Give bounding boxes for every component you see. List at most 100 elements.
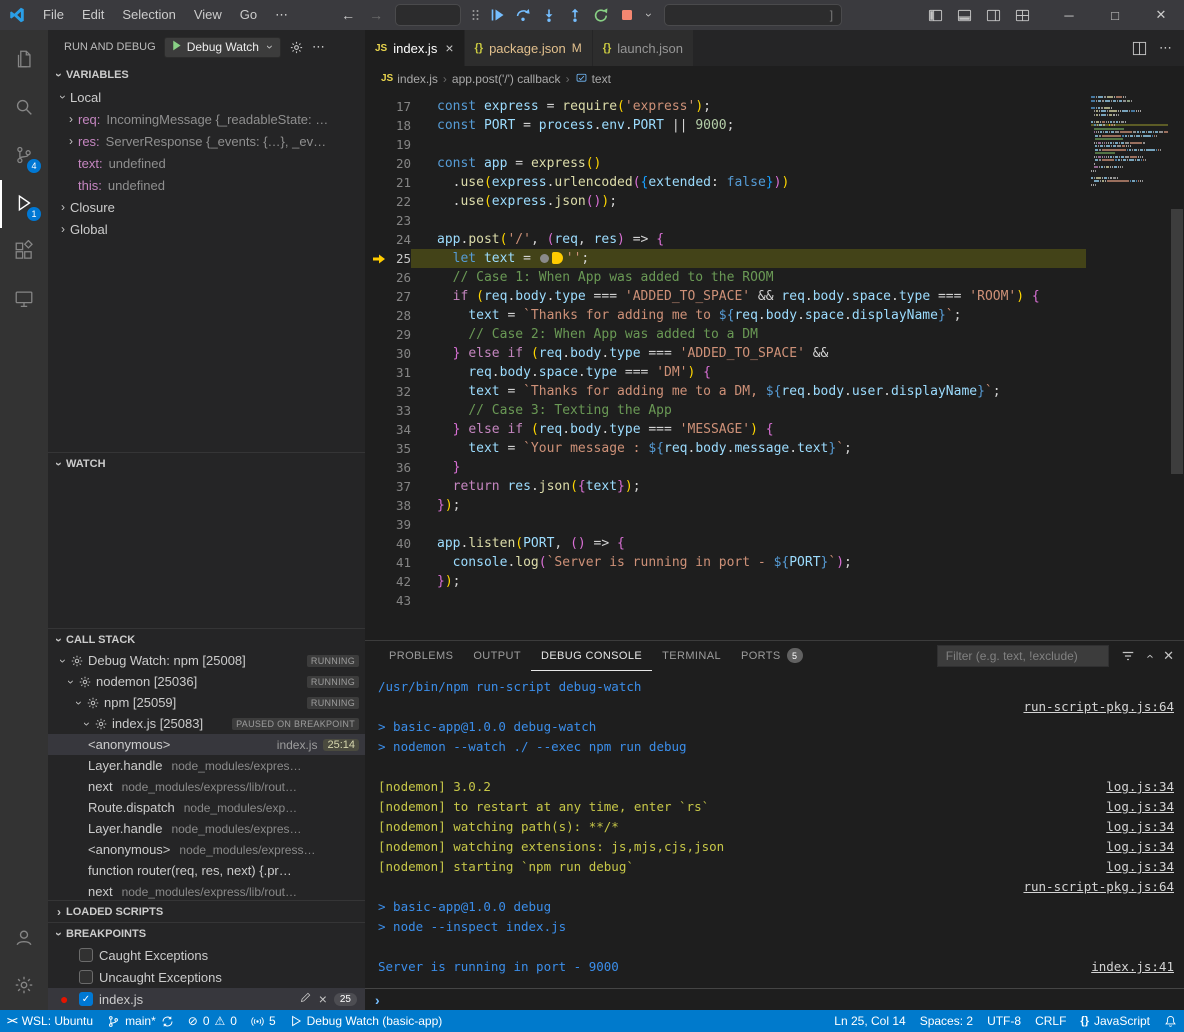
code-line[interactable]: 21 .use(express.urlencoded({extended: fa…	[365, 173, 1184, 192]
status-remote[interactable]: ><WSL: Ubuntu	[0, 1010, 100, 1032]
step-over-button[interactable]	[512, 4, 534, 26]
breakpoint-row[interactable]: ●✓index.js×25	[48, 988, 365, 1010]
stop-button[interactable]	[616, 4, 638, 26]
debug-console-input[interactable]: ›	[365, 988, 1184, 1010]
toggle-sidebar-icon[interactable]	[928, 8, 943, 23]
editor-scrollbar[interactable]	[1170, 91, 1184, 640]
callstack-row[interactable]: Layer.handlenode_modules/expres…	[48, 755, 365, 776]
scrollbar-thumb[interactable]	[1171, 209, 1183, 474]
source-link[interactable]: log.js:34	[1094, 857, 1174, 877]
line-number[interactable]: 17	[365, 97, 411, 116]
activity-source-control[interactable]: 4	[0, 132, 48, 180]
status-encoding[interactable]: UTF-8	[980, 1010, 1028, 1032]
source-link[interactable]: log.js:34	[1094, 837, 1174, 857]
code-line[interactable]: 38});	[365, 496, 1184, 515]
code-line[interactable]: 39	[365, 515, 1184, 534]
status-problems[interactable]: ⊘0⚠0	[181, 1010, 244, 1032]
code-line[interactable]: 20const app = express()	[365, 154, 1184, 173]
panel-tab-output[interactable]: OUTPUT	[463, 641, 531, 671]
breakpoints-header[interactable]: ›BREAKPOINTS	[48, 922, 365, 944]
status-indentation[interactable]: Spaces: 2	[913, 1010, 980, 1032]
line-number[interactable]: 29	[365, 325, 411, 344]
source-link[interactable]: log.js:34	[1094, 797, 1174, 817]
step-into-button[interactable]	[538, 4, 560, 26]
variable-row[interactable]: ›req:IncomingMessage {_readableState: …	[48, 108, 365, 130]
source-link[interactable]: index.js:41	[1079, 957, 1174, 977]
line-number[interactable]: 24	[365, 230, 411, 249]
maximize-button[interactable]: □	[1092, 0, 1138, 30]
breadcrumb-item[interactable]: text	[575, 71, 611, 87]
line-number[interactable]: 30	[365, 344, 411, 363]
code-line[interactable]: 18const PORT = process.env.PORT || 9000;	[365, 116, 1184, 135]
variable-row[interactable]: ›Global	[48, 218, 365, 240]
callstack-row[interactable]: <anonymous>index.js25:14	[48, 734, 365, 755]
debug-configuration-select[interactable]: Debug Watch ›	[164, 37, 281, 58]
variable-row[interactable]: text:undefined	[48, 152, 365, 174]
variable-row[interactable]: ›Local	[48, 86, 365, 108]
source-link[interactable]: run-script-pkg.js:64	[1011, 877, 1174, 897]
line-number[interactable]: 20	[365, 154, 411, 173]
watch-header[interactable]: ›WATCH	[48, 452, 365, 474]
split-editor-icon[interactable]	[1132, 41, 1147, 56]
tab-launch.json[interactable]: {}launch.json	[593, 30, 694, 66]
close-tab-icon[interactable]: ×	[445, 40, 453, 56]
source-link[interactable]: log.js:34	[1094, 817, 1174, 837]
callstack-row[interactable]: ›Debug Watch: npm [25008]RUNNING	[48, 650, 365, 671]
menu-more[interactable]: ⋯	[266, 0, 297, 30]
menu-view[interactable]: View	[185, 0, 231, 30]
code-line[interactable]: 23	[365, 211, 1184, 230]
status-ports[interactable]: 5	[244, 1010, 283, 1032]
toggle-secondary-sidebar-icon[interactable]	[986, 8, 1001, 23]
activity-run-debug[interactable]: 1	[0, 180, 48, 228]
code-line[interactable]: 37 return res.json({text});	[365, 477, 1184, 496]
variable-row[interactable]: ›Closure	[48, 196, 365, 218]
panel-tab-problems[interactable]: PROBLEMS	[379, 641, 463, 671]
close-panel-icon[interactable]: ✕	[1163, 648, 1174, 664]
activity-extensions[interactable]	[0, 228, 48, 276]
line-number[interactable]: 41	[365, 553, 411, 572]
callstack-row[interactable]: function router(req, res, next) {.pr…	[48, 860, 365, 881]
minimap[interactable]	[1086, 91, 1170, 640]
debug-console-output[interactable]: /usr/bin/npm run-script debug-watch run-…	[365, 671, 1184, 988]
activity-settings[interactable]	[0, 962, 48, 1010]
breakpoint-row[interactable]: Uncaught Exceptions	[48, 966, 365, 988]
loaded-scripts-header[interactable]: ›LOADED SCRIPTS	[48, 900, 365, 922]
code-line[interactable]: 22 .use(express.json());	[365, 192, 1184, 211]
code-line[interactable]: 42});	[365, 572, 1184, 591]
editor-more-actions-icon[interactable]: ⋯	[1159, 40, 1172, 56]
continue-button[interactable]	[486, 4, 508, 26]
activity-search[interactable]	[0, 84, 48, 132]
variables-header[interactable]: ›VARIABLES	[48, 64, 365, 86]
status-branch[interactable]: main*	[100, 1010, 181, 1032]
code-editor[interactable]: 17const express = require('express');18c…	[365, 91, 1184, 640]
code-line[interactable]: 41 console.log(`Server is running in por…	[365, 553, 1184, 572]
line-number[interactable]: 38	[365, 496, 411, 515]
panel-tab-debug-console[interactable]: DEBUG CONSOLE	[531, 641, 652, 671]
activity-remote-explorer[interactable]	[0, 276, 48, 324]
code-line[interactable]: 34 } else if (req.body.type === 'MESSAGE…	[365, 420, 1184, 439]
menu-go[interactable]: Go	[231, 0, 266, 30]
command-center-search[interactable]: ]	[664, 4, 842, 26]
close-window-button[interactable]: ✕	[1138, 0, 1184, 30]
edit-breakpoint-icon[interactable]	[299, 991, 312, 1007]
breakpoint-checkbox[interactable]: ✓	[79, 992, 93, 1006]
toggle-panel-icon[interactable]	[957, 8, 972, 23]
code-line[interactable]: 17const express = require('express');	[365, 97, 1184, 116]
code-line[interactable]: 35 text = `Your message : ${req.body.mes…	[365, 439, 1184, 458]
toolbar-grip-icon[interactable]	[471, 7, 480, 23]
code-line[interactable]: 26 // Case 1: When App was added to the …	[365, 268, 1184, 287]
breakpoint-row[interactable]: Caught Exceptions	[48, 944, 365, 966]
console-filter-input[interactable]: Filter (e.g. text, !exclude)	[937, 645, 1109, 667]
status-language[interactable]: {}JavaScript	[1073, 1010, 1157, 1032]
line-number[interactable]: 36	[365, 458, 411, 477]
forward-arrow-icon[interactable]: →	[369, 7, 383, 23]
minimize-button[interactable]: ─	[1046, 0, 1092, 30]
activity-accounts[interactable]	[0, 914, 48, 962]
code-line[interactable]: 19	[365, 135, 1184, 154]
tab-package.json[interactable]: {}package.jsonM	[465, 30, 593, 66]
maximize-panel-icon[interactable]: ›	[1141, 654, 1156, 658]
filter-icon[interactable]	[1121, 649, 1135, 663]
code-line[interactable]: 25 let text = '';	[365, 249, 1184, 268]
call-stack-header[interactable]: ›CALL STACK	[48, 628, 365, 650]
code-line[interactable]: 31 req.body.space.type === 'DM') {	[365, 363, 1184, 382]
